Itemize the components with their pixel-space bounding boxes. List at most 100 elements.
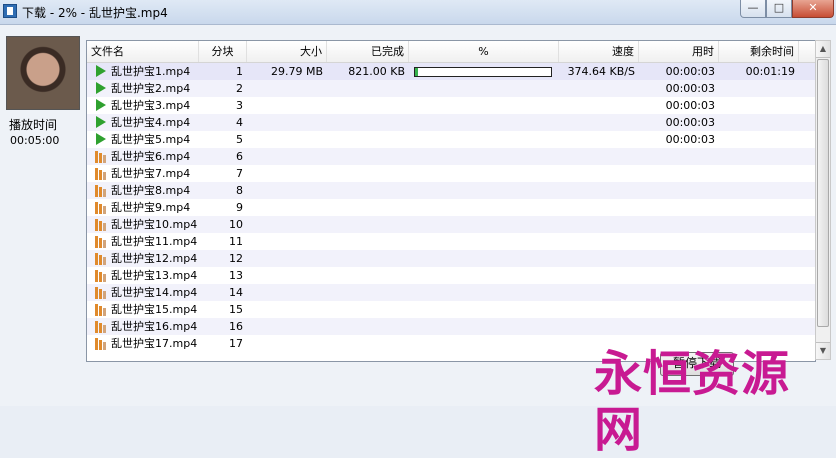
table-row[interactable]: 乱世护宝16.mp4 16: [87, 318, 815, 335]
cell-remaining: [719, 165, 799, 182]
cell-block: 12: [229, 252, 243, 265]
cell-used-time: 00:00:03: [665, 82, 715, 95]
play-icon: [96, 99, 106, 111]
cell-done: [327, 114, 409, 131]
title-bar: 下载 - 2% - 乱世护宝.mp4 — □ ✕: [0, 0, 836, 25]
cell-used-time: [639, 216, 719, 233]
cell-remaining: 00:01:19: [745, 65, 795, 78]
cell-remaining: [719, 148, 799, 165]
cell-remaining: [719, 216, 799, 233]
cell-filename: 乱世护宝8.mp4: [111, 184, 191, 197]
cell-remaining: [719, 233, 799, 250]
cell-filename: 乱世护宝7.mp4: [111, 167, 191, 180]
cell-block: 8: [236, 184, 243, 197]
maximize-button[interactable]: □: [766, 0, 792, 18]
cell-done: [327, 165, 409, 182]
cell-remaining: [719, 114, 799, 131]
cell-used-time: [639, 318, 719, 335]
cell-size: [247, 250, 327, 267]
cell-block: 11: [229, 235, 243, 248]
table-row[interactable]: 乱世护宝6.mp4 6: [87, 148, 815, 165]
pending-blocks-icon: [95, 269, 107, 282]
cell-remaining: [719, 182, 799, 199]
cell-speed: [559, 97, 639, 114]
cell-speed: [559, 318, 639, 335]
cell-filename: 乱世护宝10.mp4: [111, 218, 198, 231]
table-row[interactable]: 乱世护宝11.mp4 11: [87, 233, 815, 250]
col-header-speed[interactable]: 速度: [559, 41, 639, 62]
cell-speed: [559, 301, 639, 318]
cell-done: [327, 318, 409, 335]
table-row[interactable]: 乱世护宝4.mp4 4 00:00:03: [87, 114, 815, 131]
pending-blocks-icon: [95, 150, 107, 163]
table-row[interactable]: 乱世护宝9.mp4 9: [87, 199, 815, 216]
pending-blocks-icon: [95, 201, 107, 214]
cell-remaining: [719, 301, 799, 318]
window-title: 下载 - 2% - 乱世护宝.mp4: [22, 6, 168, 20]
col-header-size[interactable]: 大小: [247, 41, 327, 62]
table-row[interactable]: 乱世护宝5.mp4 5 00:00:03: [87, 131, 815, 148]
cell-filename: 乱世护宝2.mp4: [111, 82, 191, 95]
vertical-scrollbar[interactable]: ▲ ▼: [815, 40, 831, 360]
cell-filename: 乱世护宝4.mp4: [111, 116, 191, 129]
cell-block: 2: [236, 82, 243, 95]
progress-bar: [414, 67, 552, 77]
table-row[interactable]: 乱世护宝3.mp4 3 00:00:03: [87, 97, 815, 114]
table-row[interactable]: 乱世护宝12.mp4 12: [87, 250, 815, 267]
cell-speed: [559, 182, 639, 199]
col-header-block[interactable]: 分块: [199, 41, 247, 62]
scrollbar-thumb[interactable]: [817, 59, 829, 327]
cell-speed: [559, 165, 639, 182]
col-header-done[interactable]: 已完成: [327, 41, 409, 62]
cell-size: [247, 335, 327, 352]
cell-block: 4: [236, 116, 243, 129]
table-row[interactable]: 乱世护宝14.mp4 14: [87, 284, 815, 301]
cell-block: 9: [236, 201, 243, 214]
cell-block: 15: [229, 303, 243, 316]
cell-done: [327, 267, 409, 284]
table-row[interactable]: 乱世护宝8.mp4 8: [87, 182, 815, 199]
table-row[interactable]: 乱世护宝15.mp4 15: [87, 301, 815, 318]
table-row[interactable]: 乱世护宝1.mp4 1 29.79 MB 821.00 KB 374.64 KB/S 00…: [87, 63, 815, 80]
cell-block: 6: [236, 150, 243, 163]
cell-remaining: [719, 80, 799, 97]
cell-filename: 乱世护宝5.mp4: [111, 133, 191, 146]
cell-remaining: [719, 131, 799, 148]
cell-size: [247, 182, 327, 199]
cell-used-time: [639, 148, 719, 165]
col-header-remaining[interactable]: 剩余时间: [719, 41, 799, 62]
cell-used-time: 00:00:03: [665, 116, 715, 129]
video-thumbnail: [6, 36, 80, 110]
watermark-text: 永恒资源网: [594, 346, 791, 458]
scroll-up-arrow-icon[interactable]: ▲: [816, 41, 830, 58]
cell-block: 1: [236, 65, 243, 78]
close-button[interactable]: ✕: [792, 0, 834, 18]
table-row[interactable]: 乱世护宝10.mp4 10: [87, 216, 815, 233]
table-row[interactable]: 乱世护宝7.mp4 7: [87, 165, 815, 182]
cell-used-time: [639, 199, 719, 216]
table-row[interactable]: 乱世护宝2.mp4 2 00:00:03: [87, 80, 815, 97]
col-header-percent[interactable]: %: [409, 41, 559, 62]
cell-block: 13: [229, 269, 243, 282]
pending-blocks-icon: [95, 235, 107, 248]
cell-block: 16: [229, 320, 243, 333]
cell-done: [327, 182, 409, 199]
cell-done: [327, 250, 409, 267]
cell-filename: 乱世护宝16.mp4: [111, 320, 198, 333]
col-header-filename[interactable]: 文件名: [87, 41, 199, 62]
table-row[interactable]: 乱世护宝13.mp4 13: [87, 267, 815, 284]
cell-size: [247, 165, 327, 182]
app-icon: [3, 4, 17, 18]
cell-filename: 乱世护宝3.mp4: [111, 99, 191, 112]
cell-size: [247, 318, 327, 335]
col-header-used-time[interactable]: 用时: [639, 41, 719, 62]
cell-remaining: [719, 284, 799, 301]
cell-done: [327, 301, 409, 318]
minimize-button[interactable]: —: [740, 0, 766, 18]
cell-size: [247, 80, 327, 97]
cell-filename: 乱世护宝11.mp4: [111, 235, 198, 248]
cell-block: 7: [236, 167, 243, 180]
cell-filename: 乱世护宝6.mp4: [111, 150, 191, 163]
play-icon: [96, 116, 106, 128]
cell-done: [327, 233, 409, 250]
